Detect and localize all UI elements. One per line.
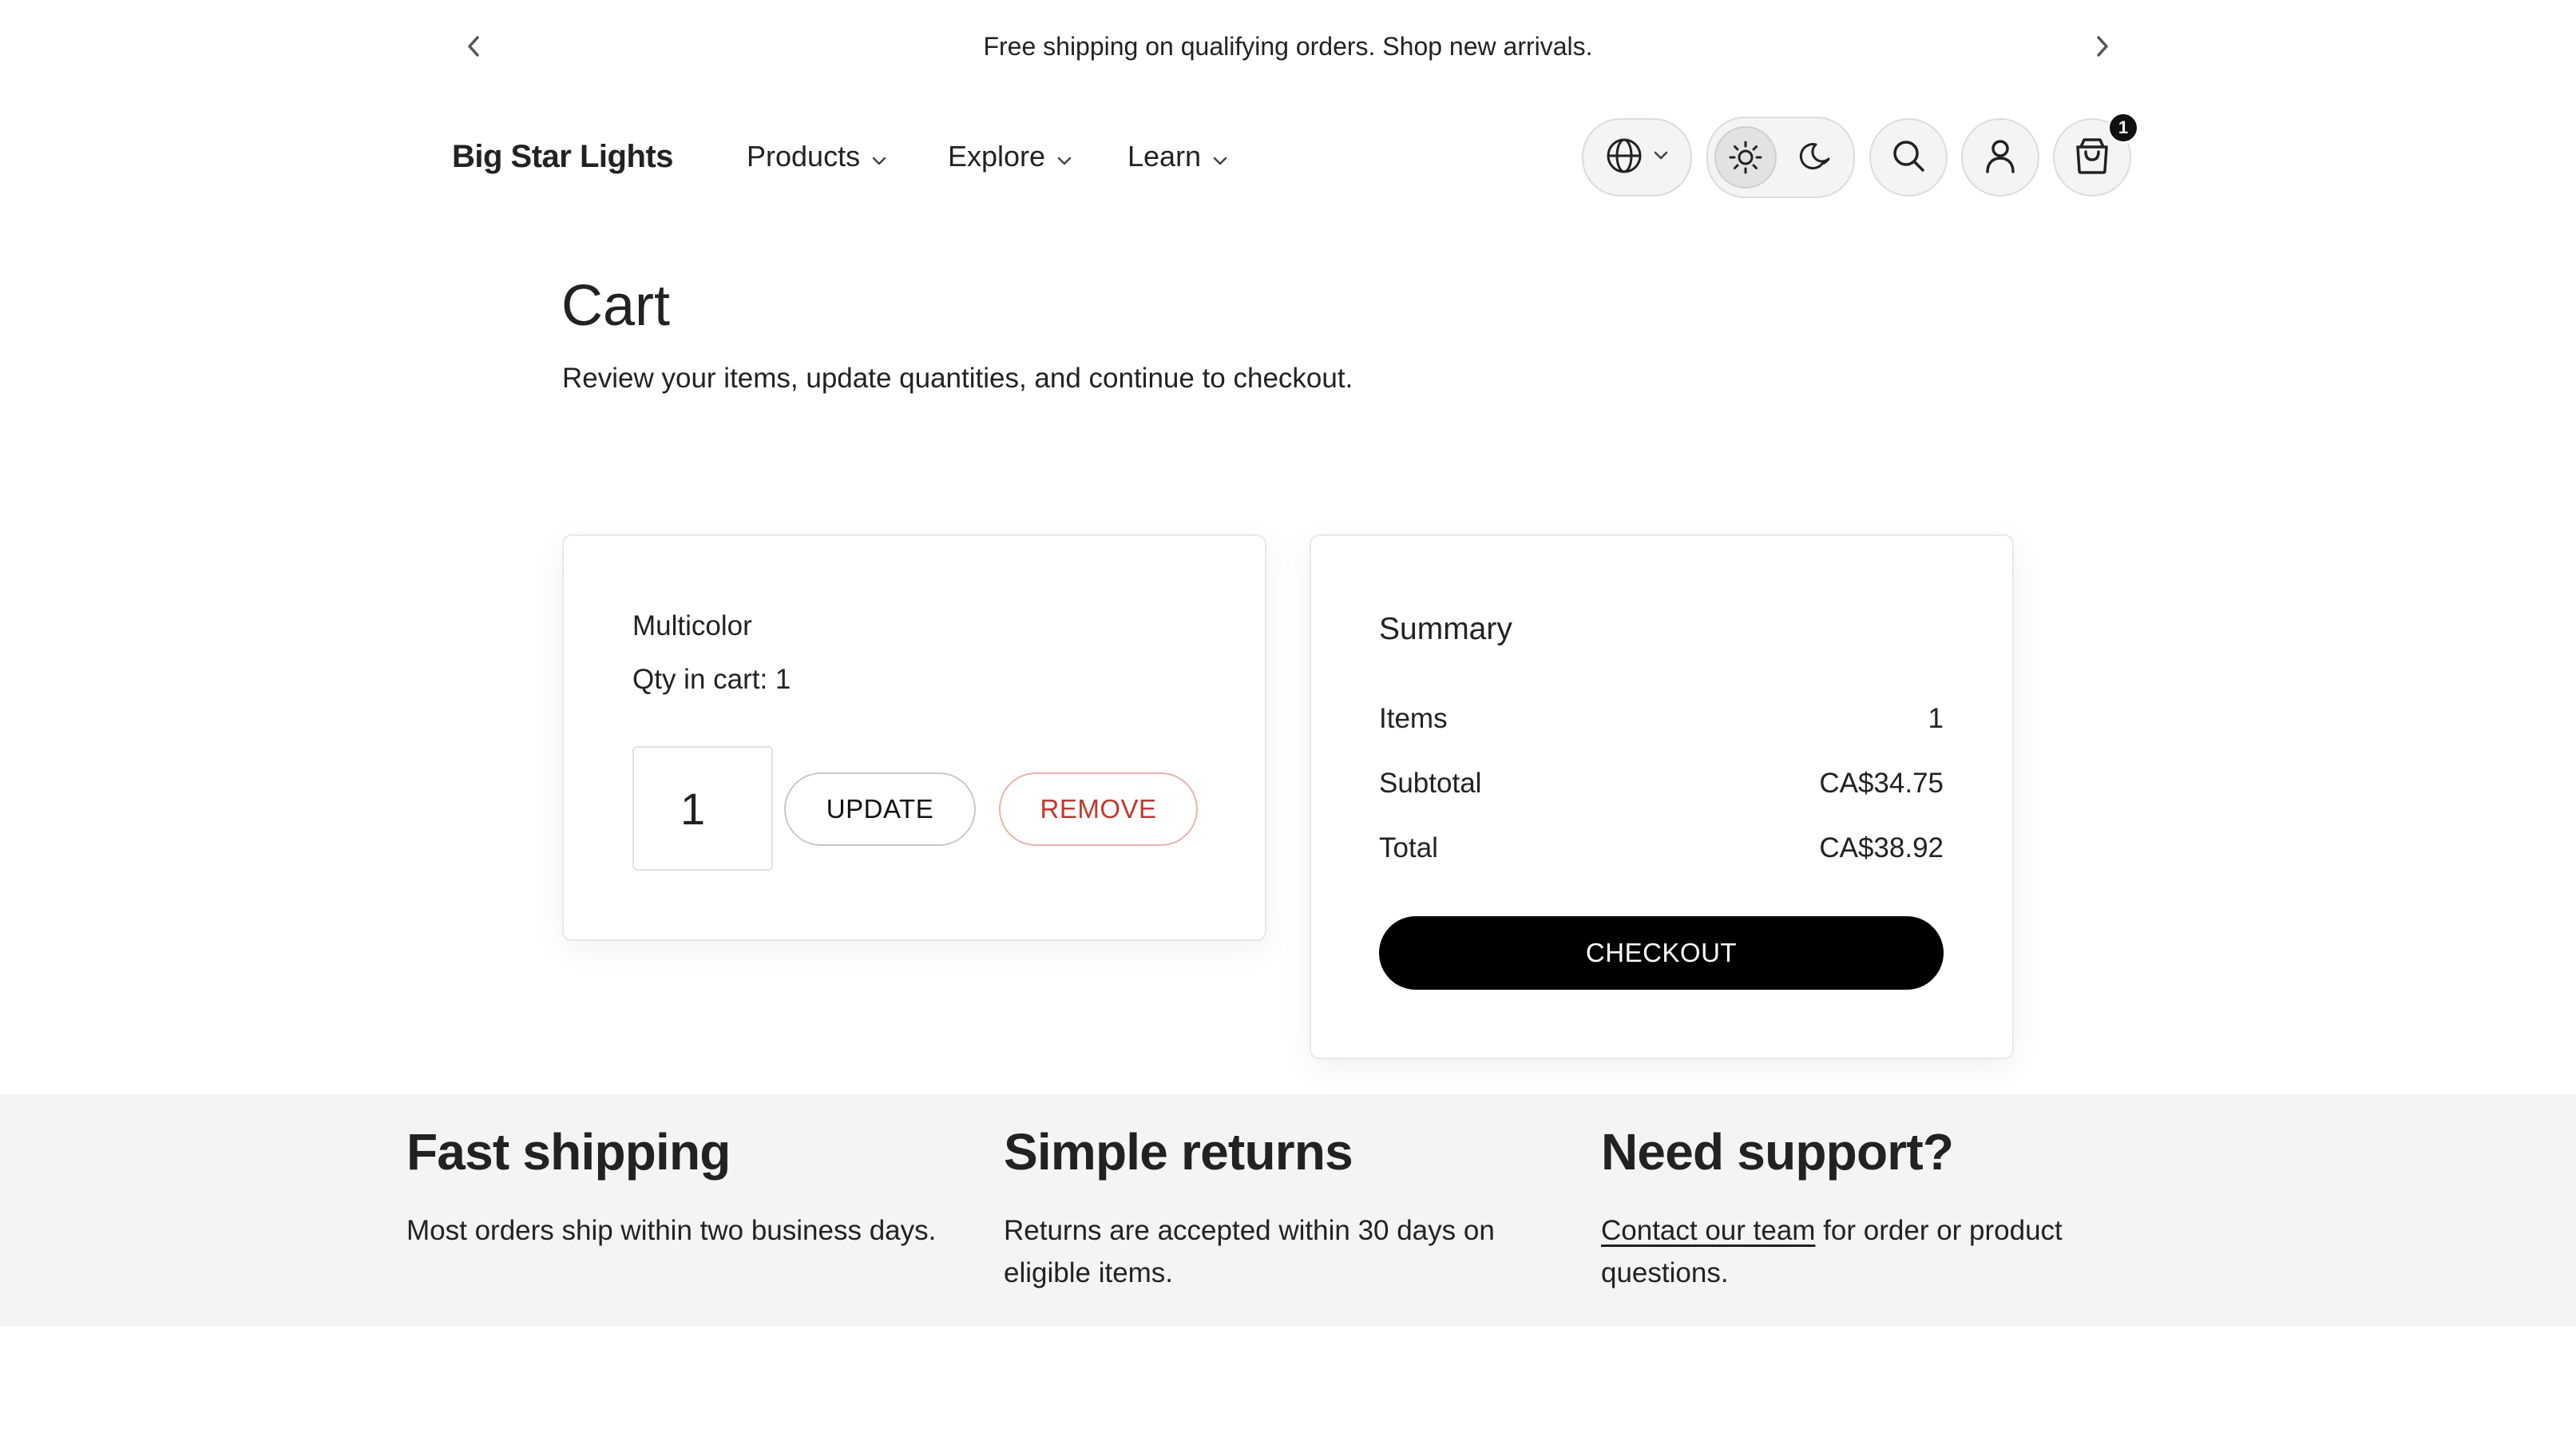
- nav-explore-label: Explore: [948, 140, 1046, 173]
- summary-heading: Summary: [1379, 612, 1512, 646]
- summary-row-items: Items 1: [1379, 701, 1944, 736]
- chevron-down-icon: [1653, 150, 1669, 165]
- chevron-right-icon[interactable]: [2085, 29, 2120, 64]
- chevron-down-icon: [1056, 137, 1072, 176]
- page-subtitle: Review your items, update quantities, an…: [562, 363, 1353, 394]
- checkout-button[interactable]: CHECKOUT: [1379, 916, 1944, 990]
- feature-title-shipping: Fast shipping: [406, 1123, 731, 1181]
- language-selector[interactable]: [1582, 118, 1692, 197]
- nav-explore[interactable]: Explore: [948, 137, 1072, 176]
- globe-icon: [1605, 137, 1643, 179]
- cart-item-name: Multicolor: [632, 610, 752, 641]
- sun-icon[interactable]: [1714, 126, 1777, 189]
- cart-item-card: [562, 534, 1266, 941]
- remove-button[interactable]: REMOVE: [999, 772, 1198, 846]
- cart-count-badge: 1: [2107, 112, 2139, 144]
- quantity-input[interactable]: 1: [632, 746, 773, 871]
- page-title: Cart: [561, 274, 671, 338]
- summary-row-total: Total CA$38.92: [1379, 831, 1944, 866]
- summary-label: Items: [1379, 703, 1448, 734]
- summary-value: CA$38.92: [1819, 832, 1944, 863]
- feature-title-returns: Simple returns: [1004, 1123, 1353, 1181]
- nav-products-label: Products: [747, 140, 861, 173]
- theme-toggle[interactable]: [1706, 117, 1855, 198]
- summary-row-subtotal: Subtotal CA$34.75: [1379, 766, 1944, 801]
- moon-icon[interactable]: [1785, 126, 1847, 189]
- feature-text-returns: Returns are accepted within 30 days on e…: [1004, 1215, 1495, 1288]
- summary-label: Subtotal: [1379, 768, 1482, 799]
- user-icon: [1983, 137, 2018, 179]
- nav-learn[interactable]: Learn: [1127, 137, 1228, 176]
- summary-label: Total: [1379, 832, 1438, 863]
- announcement-text: Free shipping on qualifying orders. Shop…: [983, 32, 1593, 61]
- search-button[interactable]: [1869, 118, 1948, 197]
- update-button[interactable]: UPDATE: [784, 772, 976, 846]
- summary-value: CA$34.75: [1819, 768, 1944, 799]
- shopping-bag-icon: [2073, 136, 2111, 180]
- announcement-bar: Free shipping on qualifying orders. Shop…: [0, 0, 2576, 94]
- feature-text-support: Contact our team for order or product qu…: [1601, 1209, 2144, 1294]
- chevron-down-icon: [1212, 137, 1228, 176]
- summary-value: 1: [1928, 703, 1944, 734]
- contact-team-link[interactable]: Contact our team: [1601, 1215, 1815, 1246]
- site-logo[interactable]: Big Star Lights: [452, 136, 673, 177]
- account-button[interactable]: [1961, 118, 2039, 197]
- chevron-down-icon: [871, 137, 887, 176]
- cart-item-qty-text: Qty in cart: 1: [632, 664, 791, 695]
- feature-title-support: Need support?: [1601, 1123, 1954, 1181]
- nav-products[interactable]: Products: [747, 137, 887, 176]
- feature-text-shipping: Most orders ship within two business day…: [406, 1215, 937, 1246]
- search-icon: [1889, 137, 1928, 179]
- nav-learn-label: Learn: [1127, 140, 1202, 173]
